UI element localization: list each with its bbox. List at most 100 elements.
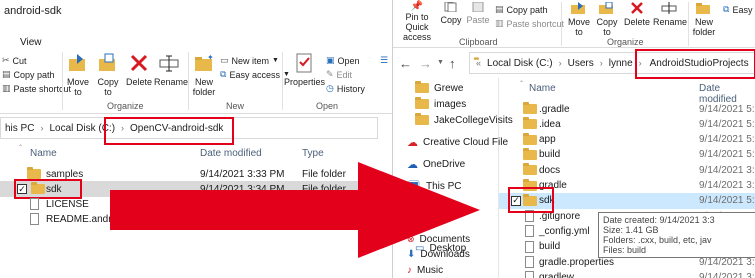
file-icon	[525, 256, 534, 268]
file-date: 9/14/2021 3:10	[699, 180, 755, 191]
folder-icon	[523, 163, 537, 176]
tooltip-line: Date created: 9/14/2021 3:3	[603, 215, 715, 225]
nav-item-music[interactable]: ♪ Music	[407, 262, 443, 278]
left-ribbon: ✂ Cut ▤ Copy path ▥ Paste shortcut Move …	[0, 50, 392, 114]
organize-group-label-right: Organize	[607, 37, 644, 47]
creative-cloud-icon: ☁	[407, 136, 418, 149]
new-folder-button[interactable]: ✦ New folder	[190, 52, 218, 97]
edit-icon: ✎	[326, 69, 334, 79]
up-arrow-icon[interactable]: ↑	[449, 56, 456, 71]
rename-button-right[interactable]: Rename	[653, 2, 687, 27]
pin-quick-access-button[interactable]: 📌 Pin to Quick access	[395, 1, 439, 43]
delete-button[interactable]: Delete	[126, 52, 152, 87]
paste-shortcut-button[interactable]: ▥ Paste shortcut	[2, 83, 71, 94]
easy-access-button[interactable]: ⧉ Easy access ▼	[220, 69, 290, 80]
file-name: gradlew	[539, 271, 575, 278]
folder-icon	[415, 97, 429, 109]
view-tab[interactable]: View	[20, 37, 42, 48]
easy-access-button-right[interactable]: ⧉ Easy ac	[723, 4, 755, 15]
back-arrow-icon[interactable]: ←	[399, 56, 412, 71]
breadcrumb-users[interactable]: Users	[564, 58, 598, 69]
delete-button-right[interactable]: Delete	[623, 2, 651, 27]
file-row[interactable]: .gradle 9/14/2021 5:21	[499, 101, 755, 117]
properties-icon	[296, 53, 312, 73]
rename-icon	[661, 2, 677, 14]
folder-icon	[415, 81, 429, 93]
cut-button[interactable]: ✂ Cut	[2, 55, 27, 66]
tooltip-line: Files: build	[603, 245, 647, 255]
window-title: android-sdk	[4, 5, 62, 17]
red-arrow-graphic	[110, 162, 480, 258]
column-name[interactable]: Name	[30, 148, 57, 159]
edit-button[interactable]: ✎ Edit	[326, 69, 352, 80]
paste-shortcut-button-right[interactable]: ▥ Paste shortcut	[495, 18, 564, 29]
breadcrumb-lynne[interactable]: lynne	[605, 58, 637, 69]
file-icon	[525, 225, 534, 238]
move-to-button-right[interactable]: Move to	[565, 2, 593, 37]
copy-to-icon	[599, 2, 613, 14]
opencv-path-highlight	[104, 117, 234, 145]
file-date: 9/14/2021 5:41	[699, 134, 755, 146]
pin-icon: 📌	[410, 1, 424, 12]
file-name: docs	[539, 164, 561, 176]
properties-button[interactable]: Properties	[284, 52, 325, 87]
folder-icon	[523, 102, 537, 114]
open-button[interactable]: ▣ Open	[326, 55, 360, 66]
breadcrumb-this-pc[interactable]: his PC	[1, 123, 38, 134]
file-name: app	[539, 134, 556, 146]
sort-caret-icon: ⌃	[18, 145, 24, 151]
new-folder-icon: ✦	[195, 53, 214, 71]
file-date: 9/14/2021 5:21	[699, 103, 755, 115]
folder-tooltip: Date created: 9/14/2021 3:3 Size: 1.41 G…	[598, 212, 755, 258]
column-type[interactable]: Type	[302, 148, 324, 159]
history-button[interactable]: ◷ History	[326, 83, 365, 94]
new-folder-icon	[696, 3, 710, 14]
sort-caret-icon: ⌃	[519, 81, 525, 87]
move-to-button[interactable]: Move to	[64, 52, 92, 97]
new-item-button[interactable]: ▭ New item ▼	[220, 55, 279, 66]
folder-icon	[523, 117, 537, 130]
breadcrumb-local-disk-right[interactable]: Local Disk (C:)	[483, 58, 557, 69]
file-icon	[525, 271, 534, 278]
copy-to-button-right[interactable]: Copy to	[593, 2, 621, 37]
rename-button[interactable]: Rename	[154, 52, 188, 87]
paste-button[interactable]: Paste	[465, 2, 491, 25]
file-row[interactable]: docs 9/14/2021 3:10	[499, 162, 755, 178]
file-row[interactable]: .idea 9/14/2021 5:41	[499, 116, 755, 132]
file-icon	[30, 213, 39, 225]
file-date: 9/14/2021 5:20	[699, 149, 755, 161]
copy-to-button[interactable]: Copy to	[94, 52, 122, 97]
paste-shortcut-icon: ▥	[2, 83, 11, 93]
left-title-bar: android-sdk	[0, 0, 392, 22]
file-date: 9/14/2021 3:10	[699, 256, 755, 268]
file-row[interactable]: app 9/14/2021 5:41	[499, 132, 755, 148]
nav-item-images[interactable]: images	[415, 96, 466, 112]
copy-path-button-right[interactable]: ▤ Copy path	[495, 4, 548, 15]
file-name: gradle.properties	[539, 256, 615, 268]
select-icon: ☰	[380, 55, 389, 65]
easy-access-icon: ⧉	[723, 4, 730, 14]
column-name-right[interactable]: Name	[529, 83, 556, 94]
copy-path-button[interactable]: ▤ Copy path	[2, 69, 55, 80]
nav-item-creative-cloud[interactable]: ☁ Creative Cloud File	[407, 134, 508, 150]
select-button-partial[interactable]: ☰	[380, 55, 388, 66]
nav-item-grewe[interactable]: Grewe	[415, 80, 463, 96]
new-item-icon: ▭	[220, 55, 229, 65]
forward-arrow-icon[interactable]: →	[419, 56, 432, 71]
clipboard-group-label: Clipboard	[459, 37, 498, 47]
column-date-modified[interactable]: Date modified	[200, 148, 262, 159]
history-icon: ◷	[326, 83, 334, 93]
right-ribbon: 📌 Pin to Quick access Copy Paste ▤ Copy …	[393, 0, 755, 48]
copy-button[interactable]: Copy	[439, 2, 463, 25]
new-group-label: New	[226, 101, 245, 111]
easy-access-icon: ⧉	[220, 69, 227, 79]
tooltip-line: Size: 1.41 GB	[603, 225, 659, 235]
file-row[interactable]: build 9/14/2021 5:20	[499, 147, 755, 163]
recent-dropdown-icon[interactable]: ▼	[437, 59, 444, 66]
copy-path-icon: ▤	[2, 69, 11, 79]
new-folder-button-right[interactable]: New folder	[691, 2, 717, 37]
file-name: _config.yml	[539, 225, 590, 237]
file-row[interactable]: gradlew 9/14/2021 3:10	[499, 269, 755, 278]
file-icon	[525, 240, 534, 253]
move-to-icon	[69, 54, 85, 71]
